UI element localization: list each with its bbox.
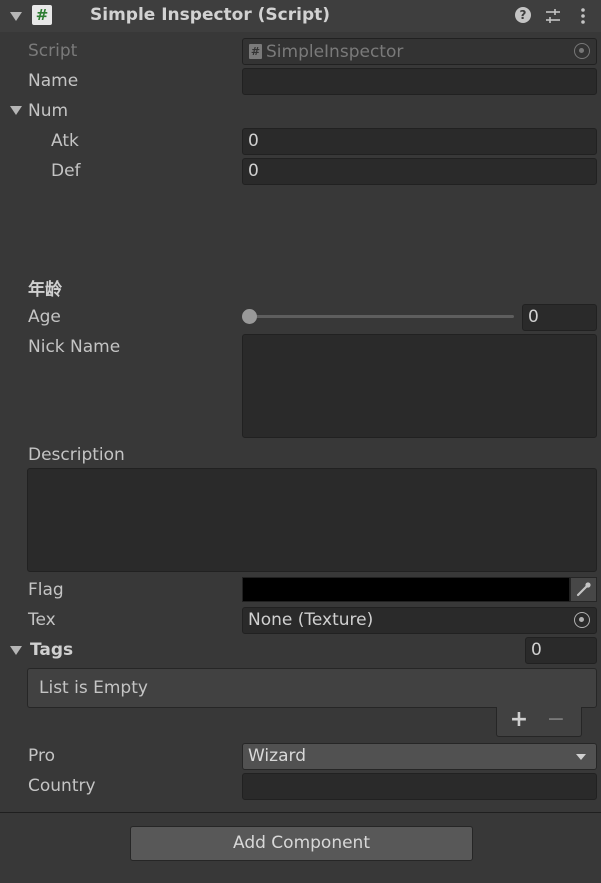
eyedropper-icon <box>576 582 591 597</box>
def-label: Def <box>51 161 81 181</box>
tex-object-field[interactable]: None (Texture) <box>242 607 597 634</box>
tex-picker-icon[interactable] <box>574 612 590 628</box>
nick-name-textarea[interactable] <box>242 334 597 438</box>
age-input[interactable]: 0 <box>522 304 597 331</box>
pro-label: Pro <box>28 746 55 766</box>
component-title: Simple Inspector (Script) <box>90 5 331 25</box>
tags-foldout-icon[interactable] <box>10 646 22 655</box>
nick-name-label: Nick Name <box>28 337 121 357</box>
description-label: Description <box>28 445 125 465</box>
add-item-button[interactable]: + <box>508 706 530 734</box>
name-label: Name <box>28 71 79 91</box>
atk-input[interactable]: 0 <box>242 128 597 155</box>
num-foldout-icon[interactable] <box>10 106 22 115</box>
script-value: SimpleInspector <box>266 42 404 62</box>
description-textarea[interactable] <box>27 468 597 572</box>
kebab-menu-icon[interactable] <box>572 5 594 27</box>
pro-dropdown-value: Wizard <box>248 746 306 766</box>
tags-size-input[interactable]: 0 <box>525 637 597 664</box>
tags-label[interactable]: Tags <box>30 639 73 661</box>
eyedropper-button[interactable] <box>570 577 597 602</box>
list-empty-text: List is Empty <box>39 678 148 698</box>
script-icon: # <box>32 5 52 25</box>
num-label[interactable]: Num <box>28 100 68 122</box>
age-slider-thumb[interactable] <box>242 309 257 324</box>
age-slider-track[interactable] <box>249 315 514 318</box>
age-label: Age <box>28 307 61 327</box>
tex-label: Tex <box>28 610 56 630</box>
pro-dropdown[interactable]: Wizard <box>242 743 597 770</box>
def-input[interactable]: 0 <box>242 158 597 185</box>
add-component-button[interactable]: Add Component <box>130 826 473 861</box>
remove-item-button[interactable]: − <box>545 706 567 734</box>
foldout-arrow-icon[interactable] <box>10 12 22 21</box>
country-label: Country <box>28 776 96 796</box>
flag-color-swatch[interactable] <box>242 577 570 602</box>
section-header: 年龄 <box>28 280 62 300</box>
script-file-icon: # <box>249 44 262 59</box>
divider <box>0 812 601 813</box>
chevron-down-icon <box>576 754 586 760</box>
script-label: Script <box>28 41 78 61</box>
atk-label: Atk <box>51 131 79 151</box>
sliders-icon[interactable] <box>542 5 564 27</box>
country-input[interactable] <box>242 773 597 800</box>
name-input[interactable] <box>242 68 597 95</box>
help-icon[interactable]: ? <box>515 7 531 23</box>
flag-label: Flag <box>28 580 64 600</box>
object-picker-icon <box>574 43 590 59</box>
